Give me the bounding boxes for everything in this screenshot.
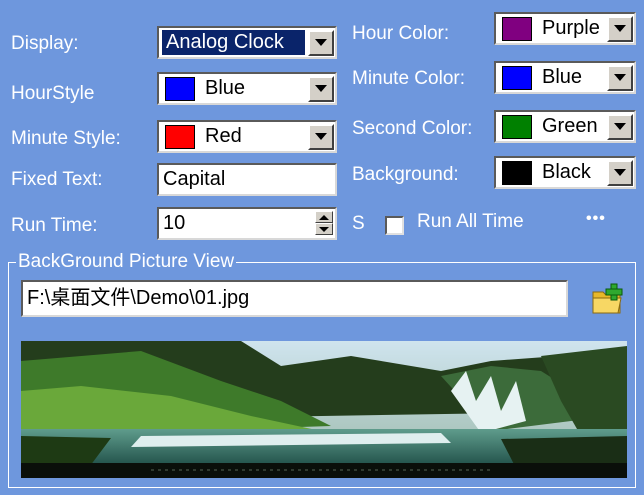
folder-add-icon[interactable] [590,282,626,318]
minute-color-value: Blue [542,66,583,88]
display-select[interactable]: Analog Clock [157,26,337,59]
minute-color-select[interactable]: Blue [494,61,636,94]
chevron-down-icon[interactable] [308,29,334,56]
second-color-select[interactable]: Green [494,110,636,143]
second-color-swatch [502,114,532,139]
spin-down-icon[interactable] [315,223,333,235]
background-value: Black [542,161,591,183]
hour-style-swatch [165,76,195,101]
picture-path-input[interactable]: F:\桌面文件\Demo\01.jpg [21,280,568,317]
minute-style-label: Minute Style: [11,128,121,149]
chevron-down-icon[interactable] [308,75,334,102]
run-time-spinner[interactable]: 10 [157,207,337,240]
run-time-value: 10 [163,212,186,234]
spin-up-icon[interactable] [315,211,333,223]
hour-style-label: HourStyle [11,83,95,104]
seconds-unit-label: S [352,213,365,234]
run-all-time-label[interactable]: Run All Time [417,211,524,233]
second-color-value: Green [542,115,598,137]
background-label: Background: [352,164,459,185]
run-time-spin-buttons[interactable] [315,211,333,236]
chevron-down-icon[interactable] [308,123,334,150]
hour-style-value: Blue [205,77,246,99]
minute-style-select[interactable]: Red [157,120,337,153]
minute-color-label: Minute Color: [352,68,465,89]
run-all-time-checkbox[interactable] [385,216,404,235]
hour-color-label: Hour Color: [352,23,450,44]
chevron-down-icon[interactable] [607,64,633,91]
fixed-text-input[interactable]: Capital [157,163,337,196]
chevron-down-icon[interactable] [607,113,633,140]
background-picture-preview [21,341,627,478]
minute-color-swatch [502,65,532,90]
hour-color-swatch [502,16,532,41]
chevron-down-icon[interactable] [607,15,633,42]
hour-style-select[interactable]: Blue [157,72,337,105]
background-picture-group-title: BackGround Picture View [16,251,237,273]
fixed-text-label: Fixed Text: [11,169,103,190]
minute-style-swatch [165,124,195,149]
hour-color-value: Purple [542,17,600,39]
background-select[interactable]: Black [494,156,636,189]
second-color-label: Second Color: [352,118,473,139]
run-time-label: Run Time: [11,215,98,236]
more-options-button[interactable]: ••• [586,210,606,228]
minute-style-value: Red [205,125,242,147]
display-select-value: Analog Clock [162,30,305,55]
hour-color-select[interactable]: Purple [494,12,636,45]
background-swatch [502,160,532,185]
chevron-down-icon[interactable] [607,159,633,186]
display-label: Display: [11,33,79,54]
